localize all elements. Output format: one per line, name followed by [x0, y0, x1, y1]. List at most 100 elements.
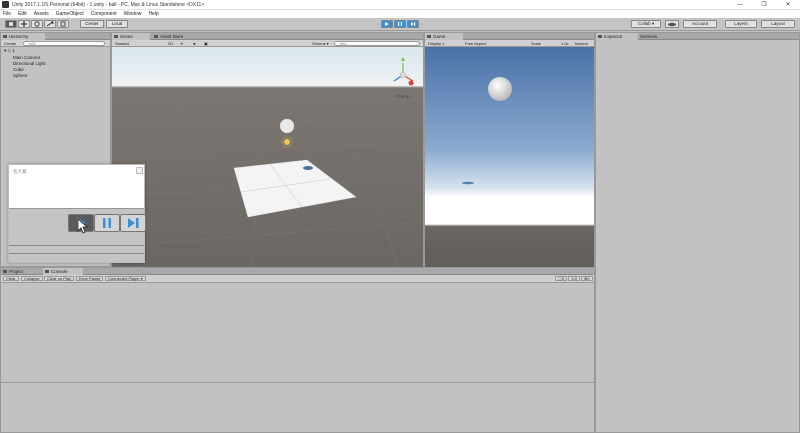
audio-toggle[interactable]: ◄ [192, 41, 196, 46]
large-pause-button[interactable] [94, 214, 120, 232]
list-icon [3, 35, 7, 38]
tab-services[interactable]: Services [632, 33, 668, 40]
unity-scene-icon: ◇ [7, 48, 11, 53]
warning-count-toggle[interactable]: ⚠0 [568, 276, 580, 281]
scene-viewport[interactable]: < Persp [112, 47, 423, 274]
clear-on-play-button[interactable]: Clear on Play [44, 276, 75, 281]
scale-tool-button[interactable] [44, 20, 56, 28]
step-icon [411, 22, 416, 26]
pivot-center-button[interactable]: Center [80, 20, 104, 28]
collapse-button[interactable]: Collapse [21, 276, 43, 281]
menu-file[interactable]: File [3, 11, 11, 17]
tab-game[interactable]: Game [425, 33, 463, 40]
console-divider [1, 382, 594, 383]
tab-project[interactable]: Project [1, 268, 41, 275]
tab-project-label: Project [9, 269, 24, 274]
scale-icon [46, 21, 54, 27]
log-count: 0 [562, 276, 565, 281]
display-dropdown[interactable]: Display 1 [428, 41, 444, 46]
error-count: 0 [587, 276, 590, 281]
plane-cube[interactable] [233, 159, 357, 218]
lighting-toggle[interactable]: ☀ [180, 41, 184, 46]
layout-dropdown[interactable]: Layout [761, 20, 795, 28]
step-button[interactable] [407, 20, 419, 28]
store-icon [154, 35, 158, 38]
tab-services-label: Services [640, 34, 658, 39]
mouse-cursor-icon [77, 218, 88, 234]
tab-asset-store[interactable]: Asset Store [152, 33, 200, 40]
scene-icon [114, 35, 118, 38]
log-count-toggle[interactable]: ⓘ0 [555, 276, 568, 281]
shading-mode-dropdown[interactable]: Shaded [115, 41, 165, 46]
scene-gizmo-icon[interactable] [393, 57, 414, 86]
game-render [462, 77, 512, 185]
tab-console[interactable]: Console [43, 268, 83, 275]
rotate-tool-button[interactable] [31, 20, 43, 28]
tab-scene-label: Scene [120, 34, 133, 39]
menu-help[interactable]: Help [148, 11, 158, 17]
gizmos-dropdown[interactable]: Gizmos ▾ [312, 41, 329, 46]
effects-dropdown[interactable]: ▣ [204, 41, 208, 46]
scene-root[interactable]: ▾ ◇ 1 [4, 48, 15, 54]
floating-window: 名大賞 [8, 164, 146, 263]
cloud-icon [668, 22, 676, 27]
folder-icon [3, 270, 7, 273]
menu-component[interactable]: Component [91, 11, 117, 17]
menu-bar: File Edit Assets GameObject Component Wi… [0, 10, 800, 18]
game-icon [427, 35, 431, 38]
menu-assets[interactable]: Assets [34, 11, 49, 17]
persp-label[interactable]: < Persp [394, 94, 410, 99]
rect-icon [60, 21, 66, 27]
hierarchy-item-cube[interactable]: Cube [13, 67, 24, 72]
console-panel: Project Console Clear Collapse Clear on … [0, 267, 595, 433]
clear-button[interactable]: Clear [3, 276, 19, 281]
move-tool-button[interactable] [18, 20, 30, 28]
floating-separator-bottom [9, 253, 144, 254]
rotate-icon [34, 21, 40, 27]
maximize-on-play-toggle[interactable]: Maximi [575, 41, 588, 46]
pivot-local-button[interactable]: Local [106, 20, 128, 28]
floating-close-button[interactable] [136, 167, 143, 174]
hierarchy-search-input[interactable]: ▾All [23, 41, 105, 46]
large-step-button[interactable] [120, 214, 146, 232]
connected-player-dropdown[interactable]: Connected Player ▾ [105, 276, 146, 281]
menu-window[interactable]: Window [124, 11, 142, 17]
error-count-toggle[interactable]: ⊗0 [581, 276, 593, 281]
layers-dropdown[interactable]: Layers [725, 20, 757, 28]
game-viewport[interactable] [425, 47, 594, 274]
inspector-panel: Inspector Services [595, 32, 800, 433]
account-dropdown[interactable]: Account [683, 20, 717, 28]
close-button[interactable]: ✕ [776, 0, 800, 10]
tab-inspector-label: Inspector [604, 34, 623, 39]
collab-dropdown[interactable]: Collab ▾ [631, 20, 661, 28]
cloud-button[interactable] [665, 20, 679, 28]
rect-tool-button[interactable] [57, 20, 69, 28]
tab-scene[interactable]: Scene [112, 33, 150, 40]
menu-gameobject[interactable]: GameObject [56, 11, 84, 17]
minimize-button[interactable]: — [728, 0, 752, 10]
play-button[interactable] [381, 20, 393, 28]
hierarchy-item-main-camera[interactable]: Main Camera [13, 55, 40, 60]
2d-toggle[interactable]: 2D [168, 41, 173, 46]
warning-count: 0 [574, 276, 577, 281]
maximize-button[interactable]: ❐ [752, 0, 776, 10]
scene-search-input[interactable]: ▾All [334, 41, 420, 46]
create-dropdown[interactable]: Create [4, 41, 16, 46]
expand-arrow-icon: ▾ [4, 48, 7, 53]
hierarchy-item-directional-light[interactable]: Directional Light [13, 61, 45, 66]
light-icon[interactable] [281, 136, 293, 148]
hand-tool-button[interactable] [5, 20, 17, 28]
tab-hierarchy[interactable]: Hierarchy [1, 33, 45, 40]
tab-console-label: Console [51, 269, 68, 274]
aspect-dropdown[interactable]: Free Aspect [465, 41, 486, 46]
sphere-object[interactable] [279, 118, 295, 134]
hierarchy-item-sphere[interactable]: Sphere [13, 73, 28, 78]
error-pause-button[interactable]: Error Pause [76, 276, 104, 281]
scale-value[interactable]: 1.0x [561, 41, 569, 46]
play-icon [385, 22, 389, 26]
info-icon [598, 35, 602, 38]
menu-edit[interactable]: Edit [18, 11, 27, 17]
pause-button[interactable] [394, 20, 406, 28]
floating-separator [9, 245, 144, 246]
scale-label: Scale [531, 41, 542, 46]
